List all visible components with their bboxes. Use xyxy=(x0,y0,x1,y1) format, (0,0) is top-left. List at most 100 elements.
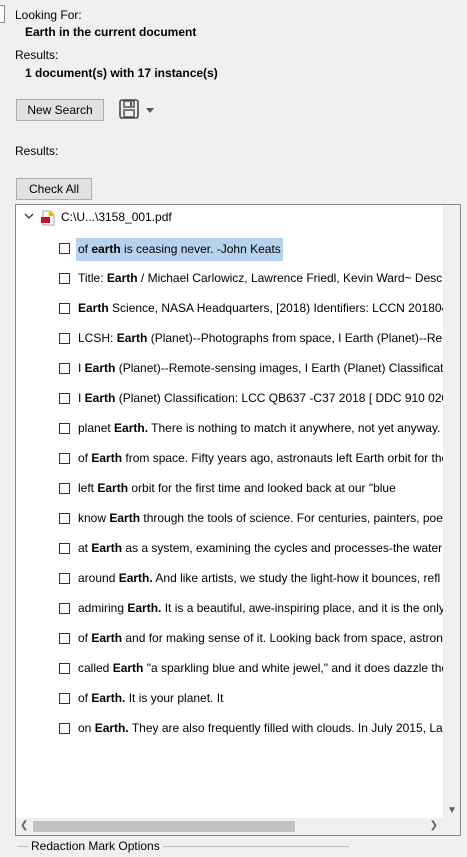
result-context-before: Title: xyxy=(78,271,107,285)
result-context-before: LCSH: xyxy=(78,331,117,345)
scroll-left-icon[interactable]: ❮ xyxy=(20,820,28,831)
result-row[interactable]: left Earth orbit for the first time and … xyxy=(16,478,460,500)
result-checkbox[interactable] xyxy=(59,363,70,374)
result-checkbox[interactable] xyxy=(59,453,70,464)
result-match-term: Earth. xyxy=(94,721,129,735)
result-match-term: Earth xyxy=(116,331,148,345)
result-text[interactable]: planet Earth. There is nothing to match … xyxy=(78,421,440,435)
result-checkbox[interactable] xyxy=(59,723,70,734)
result-context-after: It is a beautiful, awe-inspiring place, … xyxy=(161,601,445,615)
result-context-after: as a system, examining the cycles and pr… xyxy=(122,541,458,555)
chevron-down-icon xyxy=(146,103,154,117)
result-row[interactable]: Title: Earth / Michael Carlowicz, Lawren… xyxy=(16,268,460,290)
result-match-term: Earth xyxy=(84,391,116,405)
result-checkbox[interactable] xyxy=(59,243,70,254)
result-row[interactable]: on Earth. They are also frequently fille… xyxy=(16,718,460,740)
result-checkbox[interactable] xyxy=(59,633,70,644)
result-context-after: from space. Fifty years ago, astronauts … xyxy=(122,451,449,465)
result-context-before: of xyxy=(78,631,92,645)
result-row[interactable]: of Earth from space. Fifty years ago, as… xyxy=(16,448,460,470)
result-checkbox[interactable] xyxy=(59,603,70,614)
result-row[interactable]: around Earth. And like artists, we study… xyxy=(16,568,460,590)
result-row[interactable]: admiring Earth. It is a beautiful, awe-i… xyxy=(16,598,460,620)
save-menu-button[interactable] xyxy=(118,97,164,123)
result-checkbox[interactable] xyxy=(59,333,70,344)
result-checkbox[interactable] xyxy=(59,423,70,434)
result-row[interactable]: at Earth as a system, examining the cycl… xyxy=(16,538,460,560)
result-text[interactable]: around Earth. And like artists, we study… xyxy=(78,571,440,585)
horizontal-scrollbar[interactable]: ❮ ❯ xyxy=(16,818,460,835)
result-checkbox[interactable] xyxy=(59,573,70,584)
result-row[interactable]: called Earth "a sparkling blue and white… xyxy=(16,658,460,680)
results-summary-label: Results: xyxy=(15,48,59,62)
result-checkbox[interactable] xyxy=(59,543,70,554)
result-row[interactable]: Earth Science, NASA Headquarters, [2018)… xyxy=(16,298,461,320)
result-context-after: Science, NASA Headquarters, [2018) Ident… xyxy=(108,301,461,315)
result-text[interactable]: of Earth from space. Fifty years ago, as… xyxy=(78,451,448,465)
result-row[interactable]: planet Earth. There is nothing to match … xyxy=(16,418,460,440)
result-checkbox[interactable] xyxy=(59,663,70,674)
result-row[interactable]: I Earth (Planet) Classification: LCC QB6… xyxy=(16,388,460,410)
result-context-before: at xyxy=(78,541,92,555)
result-context-before: called xyxy=(78,661,113,675)
scroll-down-icon[interactable]: ▼ xyxy=(447,805,457,816)
new-search-button[interactable]: New Search xyxy=(16,99,104,121)
looking-for-value: Earth in the current document xyxy=(25,25,197,39)
result-context-after: (Planet)--Photographs from space, I Eart… xyxy=(147,331,453,345)
result-checkbox[interactable] xyxy=(59,483,70,494)
result-text[interactable]: left Earth orbit for the first time and … xyxy=(78,481,396,495)
result-checkbox[interactable] xyxy=(59,273,70,284)
result-context-after: "a sparkling blue and white jewel," and … xyxy=(143,661,449,675)
result-row[interactable]: know Earth through the tools of science.… xyxy=(16,508,460,530)
results-summary-value: 1 document(s) with 17 instance(s) xyxy=(25,66,218,80)
chevron-down-icon[interactable] xyxy=(23,210,35,222)
result-text[interactable]: called Earth "a sparkling blue and white… xyxy=(78,661,448,675)
result-text[interactable]: of Earth. It is your planet. It xyxy=(78,691,223,705)
result-text[interactable]: Title: Earth / Michael Carlowicz, Lawren… xyxy=(78,271,449,285)
result-row[interactable]: LCSH: Earth (Planet)--Photographs from s… xyxy=(16,328,460,350)
tree-root-label: C:\U...\3158_001.pdf xyxy=(61,210,172,224)
result-text[interactable]: know Earth through the tools of science.… xyxy=(78,511,446,525)
result-context-before: of xyxy=(78,451,92,465)
result-checkbox[interactable] xyxy=(59,303,70,314)
result-context-before: left xyxy=(78,481,98,495)
result-checkbox[interactable] xyxy=(59,513,70,524)
result-row[interactable]: of earth is ceasing never. -John Keats xyxy=(16,238,460,261)
result-match-term: Earth. xyxy=(114,421,149,435)
result-row[interactable]: I Earth (Planet)--Remote-sensing images,… xyxy=(16,358,460,380)
result-row[interactable]: of Earth and for making sense of it. Loo… xyxy=(16,628,460,650)
result-text[interactable]: admiring Earth. It is a beautiful, awe-i… xyxy=(78,601,445,615)
result-text[interactable]: at Earth as a system, examining the cycl… xyxy=(78,541,458,555)
pdf-file-icon xyxy=(41,210,55,226)
result-text[interactable]: I Earth (Planet) Classification: LCC QB6… xyxy=(78,391,460,405)
save-icon xyxy=(118,98,140,123)
result-context-before: I xyxy=(78,361,85,375)
result-context-after: There is nothing to match it anywhere, n… xyxy=(148,421,441,435)
result-match-term: Earth xyxy=(91,451,123,465)
result-text[interactable]: I Earth (Planet)--Remote-sensing images,… xyxy=(78,361,452,375)
result-context-after: through the tools of science. For centur… xyxy=(140,511,447,525)
result-context-after: They are also frequently filled with clo… xyxy=(128,721,450,735)
result-context-after: / Michael Carlowicz, Lawrence Friedl, Ke… xyxy=(137,271,449,285)
result-text[interactable]: LCSH: Earth (Planet)--Photographs from s… xyxy=(78,331,452,345)
result-context-after: And like artists, we study the light-how… xyxy=(152,571,441,585)
result-row[interactable]: of Earth. It is your planet. It xyxy=(16,688,460,710)
check-all-button[interactable]: Check All xyxy=(16,178,92,200)
result-text[interactable]: of earth is ceasing never. -John Keats xyxy=(76,238,283,261)
tree-root-row[interactable]: C:\U...\3158_001.pdf xyxy=(16,205,446,229)
vertical-scrollbar[interactable]: ▼ xyxy=(443,205,460,819)
horizontal-scroll-thumb[interactable] xyxy=(33,821,295,832)
results-tree[interactable]: C:\U...\3158_001.pdf of earth is ceasing… xyxy=(15,204,461,836)
result-checkbox[interactable] xyxy=(59,393,70,404)
result-match-term: earth xyxy=(91,242,121,256)
result-text[interactable]: on Earth. They are also frequently fille… xyxy=(78,721,449,735)
result-text[interactable]: of Earth and for making sense of it. Loo… xyxy=(78,631,443,645)
result-match-term: Earth xyxy=(78,301,109,315)
result-context-after: It is your planet. It xyxy=(125,691,224,705)
result-checkbox[interactable] xyxy=(59,693,70,704)
result-match-term: Earth. xyxy=(91,691,126,705)
result-context-before: know xyxy=(78,511,110,525)
result-text[interactable]: Earth Science, NASA Headquarters, [2018)… xyxy=(78,301,461,315)
scroll-right-icon[interactable]: ❯ xyxy=(430,820,438,831)
result-context-after: (Planet)--Remote-sensing images, I Earth… xyxy=(115,361,453,375)
